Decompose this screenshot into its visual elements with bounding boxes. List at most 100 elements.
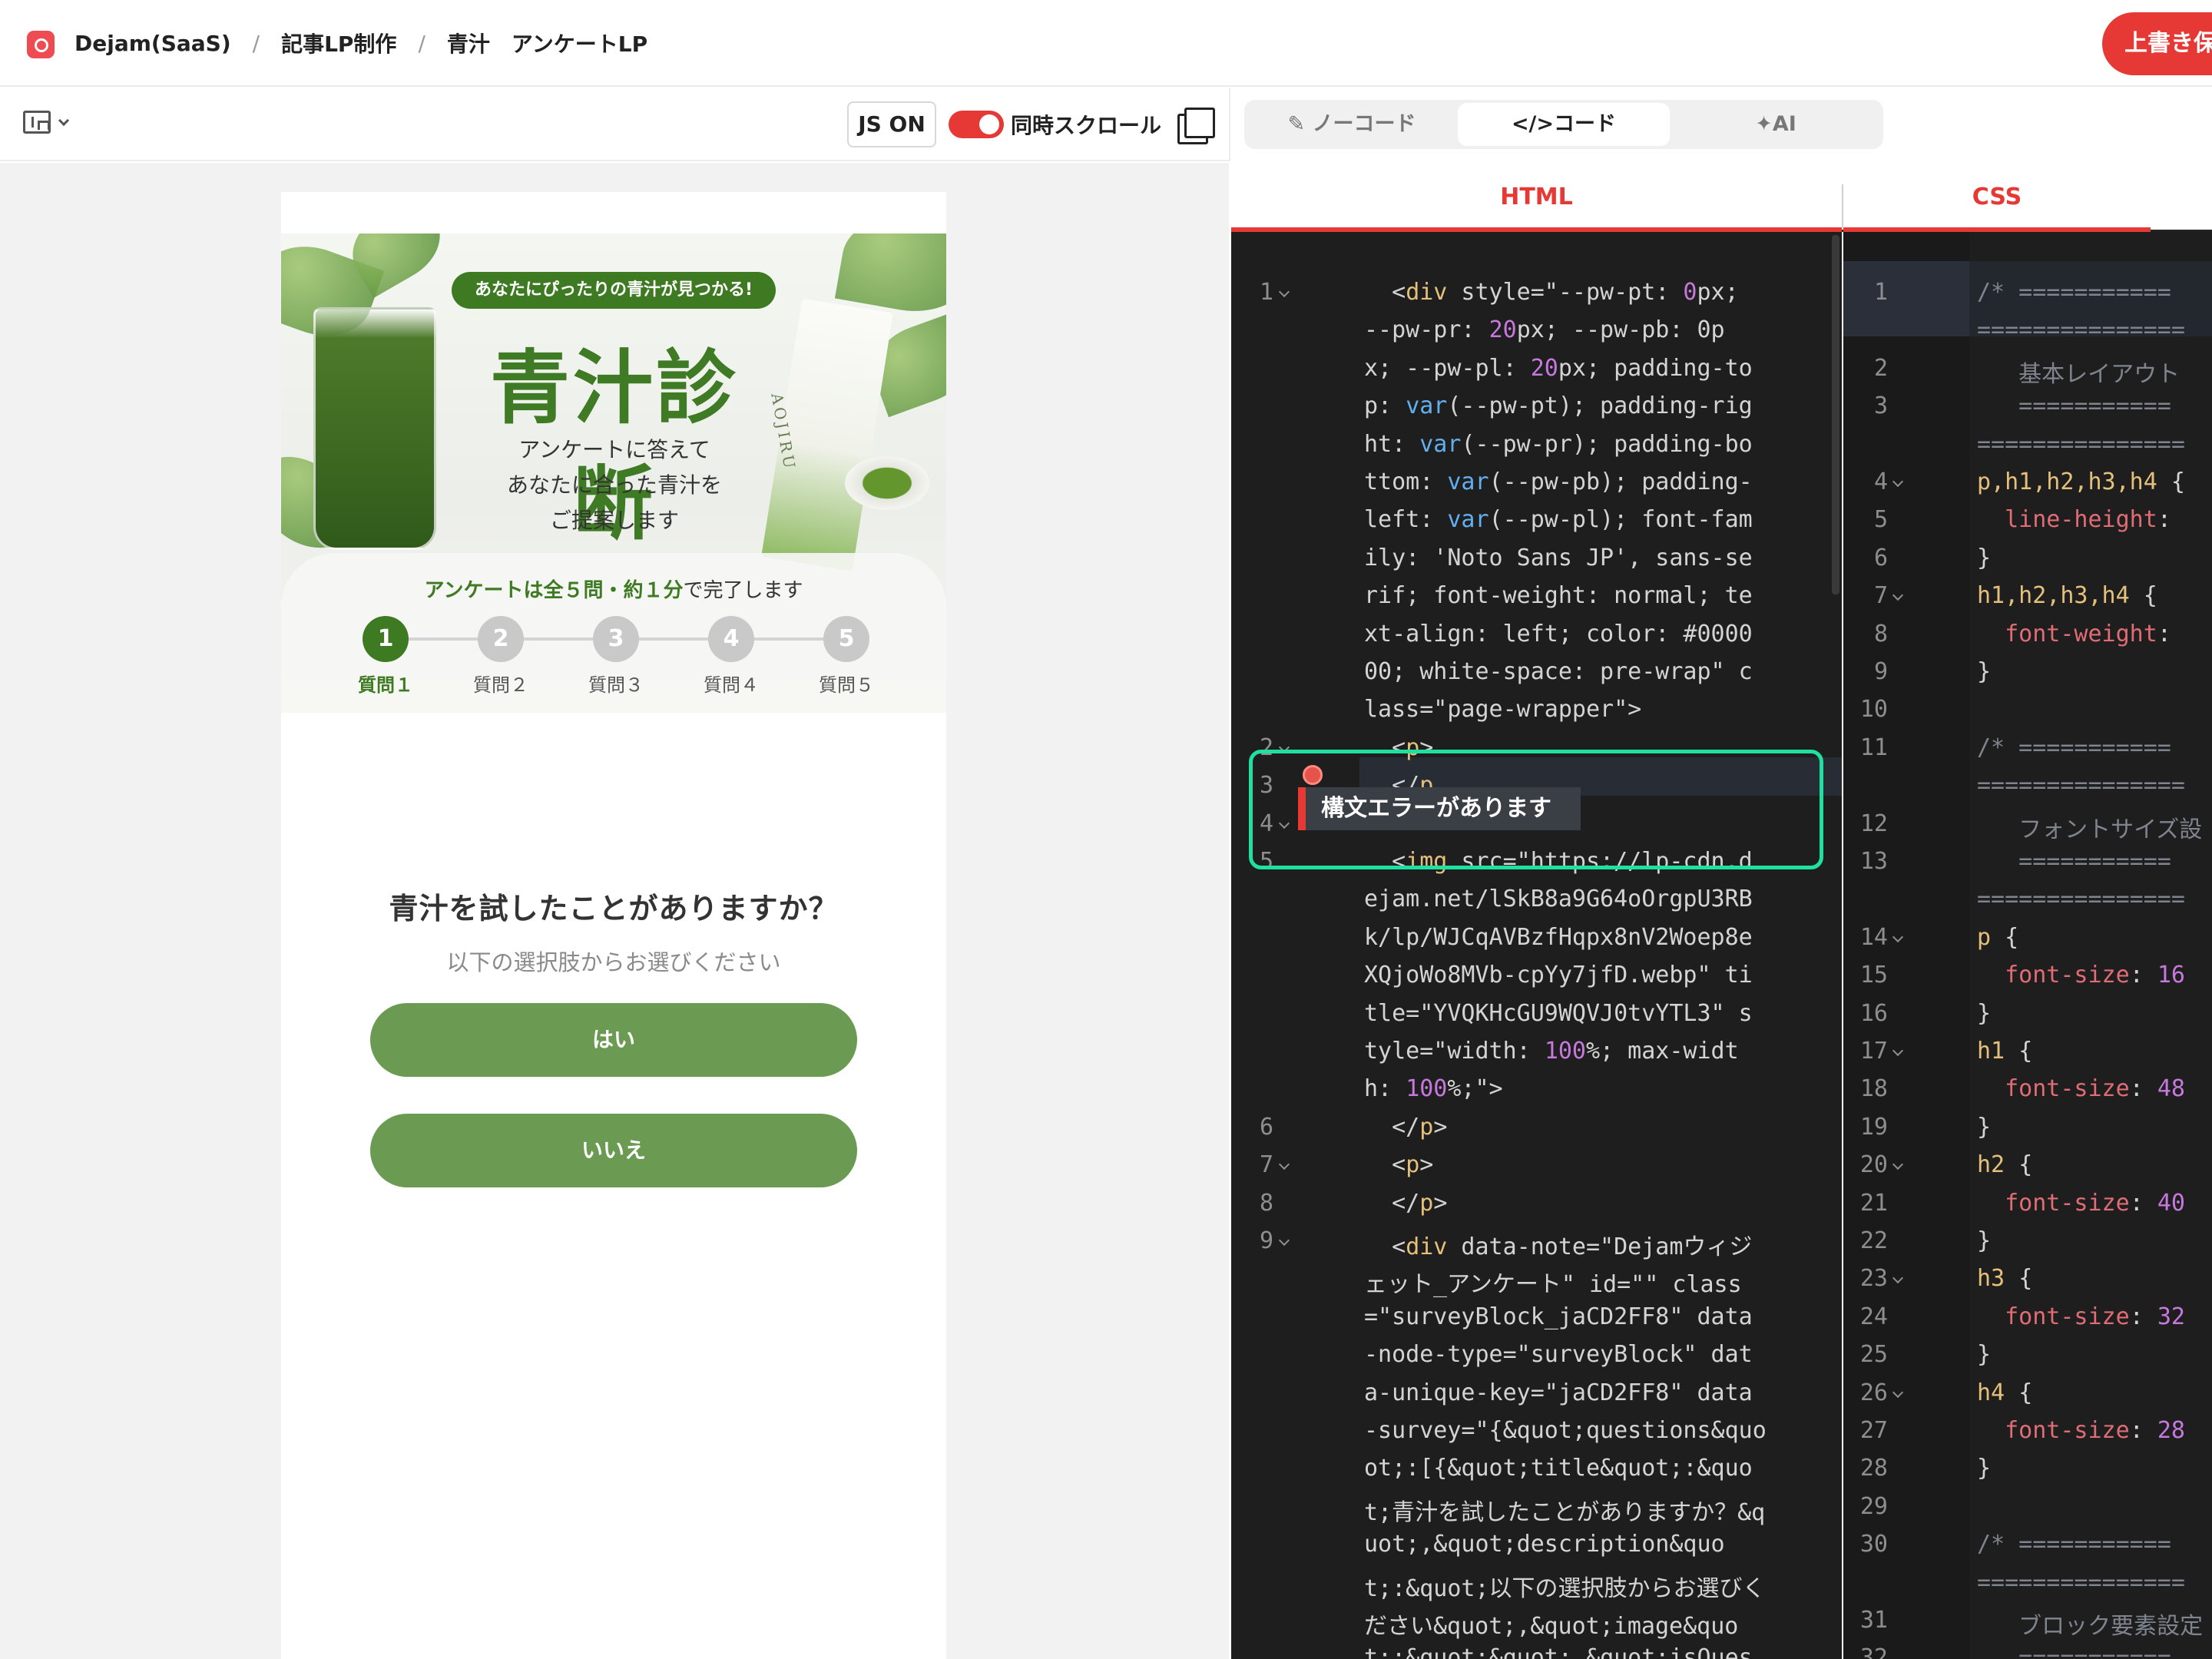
css-code-line: ===========: [1977, 392, 2171, 420]
tab-ai[interactable]: ✦AI: [1671, 103, 1880, 146]
window-icon[interactable]: [1177, 108, 1215, 144]
step-label-5: 質問５: [819, 674, 874, 696]
css-code-line: h2 {: [1977, 1151, 2033, 1179]
css-line-number: 29: [1859, 1492, 1888, 1520]
step-circle-4: 4: [708, 616, 754, 662]
html-code-line: <div style="--pw-pt: 0px;: [1364, 279, 1739, 306]
html-code-line: 00; white-space: pre-wrap" c: [1364, 658, 1753, 685]
css-code-line: }: [1977, 1455, 1992, 1482]
tab-html[interactable]: HTML: [1231, 163, 1842, 232]
layout-icon[interactable]: [23, 111, 51, 134]
html-code-line: ェット_アンケート" id="" class: [1364, 1271, 1742, 1299]
css-code-line: h3 {: [1977, 1265, 2033, 1293]
css-line-number: 10: [1859, 696, 1888, 724]
css-line-number: 19: [1859, 1113, 1888, 1141]
tab-code-label: コード: [1554, 112, 1617, 136]
step-circle-1: 1: [363, 616, 409, 662]
breadcrumb-item-workspace[interactable]: Dejam(SaaS): [75, 31, 231, 56]
css-code-line: ===============: [1977, 772, 2185, 800]
css-code-line: /* ===========: [1977, 1531, 2171, 1558]
html-code-line: ejam.net/lSkB8a9G64oOrgpU3RB: [1364, 886, 1753, 913]
css-code-line: }: [1977, 1227, 1992, 1254]
html-code-line: uot;,&quot;description&quo: [1364, 1531, 1725, 1558]
breadcrumb: Dejam(SaaS) / 記事LP制作 / 青汁 アンケートLP: [75, 28, 647, 58]
css-line-number: 4: [1873, 469, 1888, 495]
html-code-line: -node-type="surveyBlock" dat: [1364, 1341, 1753, 1369]
css-code-line: ===============: [1977, 430, 2185, 458]
css-code-line: font-weight:: [2005, 620, 2171, 647]
css-code-line: ===========: [1977, 1644, 2171, 1659]
css-line-number: 12: [1859, 810, 1888, 837]
pencil-icon: ✎: [1287, 112, 1313, 136]
html-editor-scrollbar[interactable]: [1832, 235, 1839, 594]
html-code-line: tle="YVQKHcGU9WQVJ0tvYTL3" s: [1364, 999, 1753, 1027]
css-code-line: }: [1977, 999, 1992, 1027]
step-label-4: 質問４: [704, 674, 759, 696]
app-logo-icon[interactable]: [27, 31, 55, 58]
step-label-1: 質問１: [358, 674, 413, 696]
html-code-line: ot;:[{&quot;title&quot;:&quo: [1364, 1455, 1753, 1482]
html-code-line: tyle="width: 100%; max-widt: [1364, 1038, 1739, 1065]
css-code-line: ===============: [1977, 886, 2185, 913]
hero-subtitle: アンケートに答えて あなたに合った青汁を ご提案します: [453, 432, 776, 538]
css-code-line: font-size: 40: [2005, 1189, 2185, 1217]
css-line-number: 31: [1859, 1607, 1888, 1634]
step-circle-3: 3: [593, 616, 639, 662]
tab-code[interactable]: </>コード: [1458, 103, 1670, 146]
js-toggle-button[interactable]: JS ON: [847, 101, 936, 147]
css-code-line: h4 {: [1977, 1379, 2033, 1406]
css-code-line: }: [1977, 1341, 1992, 1369]
css-line-number: 22: [1859, 1227, 1888, 1254]
html-code-line: --pw-pr: 20px; --pw-pb: 0p: [1364, 316, 1725, 344]
html-line-number: 7: [1259, 1151, 1273, 1179]
css-line-number: 27: [1859, 1417, 1888, 1444]
breadcrumb-item-project[interactable]: 記事LP制作: [281, 28, 396, 58]
css-line-number: 7: [1873, 582, 1888, 610]
css-code-line: }: [1977, 544, 1992, 571]
answer-button-no[interactable]: いいえ: [370, 1114, 857, 1187]
css-line-number: 23: [1859, 1265, 1888, 1293]
answer-button-yes[interactable]: はい: [370, 1003, 857, 1077]
css-line-number: 30: [1859, 1531, 1888, 1558]
css-code-line: 基本レイアウト: [1977, 360, 2181, 388]
tab-no-code[interactable]: ✎ ノーコード: [1247, 103, 1456, 146]
html-code-line: ="surveyBlock_jaCD2FF8" data: [1364, 1303, 1753, 1330]
css-code-line: p,h1,h2,h3,h4 {: [1977, 469, 2185, 495]
html-code-line: a-unique-key="jaCD2FF8" data: [1364, 1379, 1753, 1406]
css-line-number: 3: [1873, 392, 1888, 420]
css-line-number: 2: [1873, 354, 1888, 382]
hero-subtitle-line: あなたに合った青汁を: [506, 472, 722, 498]
html-line-number: 9: [1259, 1227, 1273, 1254]
css-line-number: 32: [1859, 1644, 1888, 1659]
css-line-number: 26: [1859, 1379, 1888, 1406]
css-code-line: font-size: 28: [2005, 1417, 2185, 1444]
css-line-number: 5: [1873, 506, 1888, 534]
html-code-line: ださい&quot;,&quot;image&quo: [1364, 1613, 1739, 1640]
glass-of-green-juice: [313, 307, 436, 550]
css-line-number: 9: [1873, 658, 1888, 685]
css-line-number: 25: [1859, 1341, 1888, 1369]
html-code-line: <p>: [1364, 1151, 1434, 1179]
sync-scroll-toggle[interactable]: [949, 111, 1004, 138]
html-code-line: </p>: [1364, 1113, 1448, 1141]
html-code-line: <div data-note="Dejamウィジ: [1364, 1233, 1753, 1260]
hero-subtitle-line: アンケートに答えて: [518, 437, 710, 462]
code-icon: </>: [1511, 112, 1555, 136]
css-code-line: p {: [1977, 923, 2019, 951]
css-line-number: 1: [1873, 279, 1888, 306]
html-code-line: x; --pw-pl: 20px; padding-to: [1364, 354, 1753, 382]
css-line-number: 28: [1859, 1455, 1888, 1482]
steps-caption: アンケートは全５問・約１分で完了します: [281, 575, 946, 603]
html-code-line: </p>: [1364, 1189, 1448, 1217]
css-code-line: line-height:: [2005, 506, 2171, 534]
html-code-line: t;青汁を試したことがありますか？&q: [1364, 1498, 1766, 1526]
overwrite-save-button[interactable]: 上書き保: [2102, 12, 2212, 75]
tab-css[interactable]: CSS: [1843, 163, 2151, 232]
html-code-line: t;:&quot;以下の選択肢からお選びく: [1364, 1575, 1766, 1602]
html-code-line: h: 100%;">: [1364, 1075, 1503, 1103]
css-code-line: h1 {: [1977, 1038, 2033, 1065]
html-line-number: 6: [1259, 1113, 1273, 1141]
css-line-number: 8: [1873, 620, 1888, 647]
css-line-number: 20: [1859, 1151, 1888, 1179]
hero-subtitle-line: ご提案します: [549, 508, 679, 533]
